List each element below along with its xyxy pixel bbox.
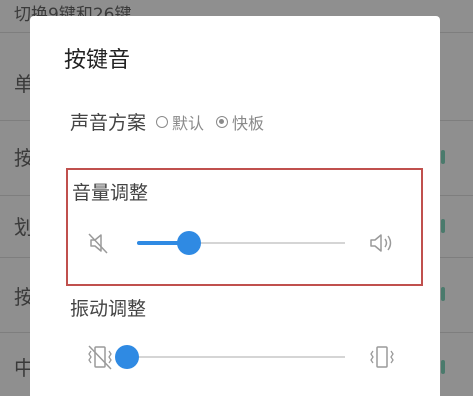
radio-label: 默认 xyxy=(172,113,205,133)
radio-button[interactable] xyxy=(156,115,169,128)
sound-scheme-row: 声音方案 默认 快板 xyxy=(70,108,276,135)
volume-mute-icon[interactable] xyxy=(85,228,115,258)
key-sound-dialog: 按键音 声音方案 默认 快板 音量调整 振动调整 xyxy=(30,16,440,396)
radio-label: 快板 xyxy=(232,113,265,133)
volume-slider-thumb[interactable] xyxy=(177,231,201,255)
vibration-off-icon[interactable] xyxy=(85,342,115,372)
vibration-section-title: 振动调整 xyxy=(70,298,147,320)
dialog-title: 按键音 xyxy=(64,48,131,73)
sound-scheme-label: 声音方案 xyxy=(70,112,147,134)
volume-section-title: 音量调整 xyxy=(72,182,149,204)
toggle-indicator xyxy=(441,287,445,301)
vibration-slider-thumb[interactable] xyxy=(115,345,139,369)
vibration-slider-row xyxy=(85,342,405,372)
toggle-indicator xyxy=(441,360,445,374)
toggle-indicator xyxy=(441,150,445,164)
vibration-slider-track[interactable] xyxy=(127,356,345,358)
radio-option-default[interactable]: 默认 xyxy=(156,110,204,134)
radio-option-kuaiban[interactable]: 快板 xyxy=(216,110,264,134)
vibration-icon[interactable] xyxy=(367,342,397,372)
volume-slider-row xyxy=(85,228,405,258)
radio-button-selected[interactable] xyxy=(216,115,229,128)
volume-up-icon[interactable] xyxy=(367,228,397,258)
toggle-indicator xyxy=(441,219,445,233)
